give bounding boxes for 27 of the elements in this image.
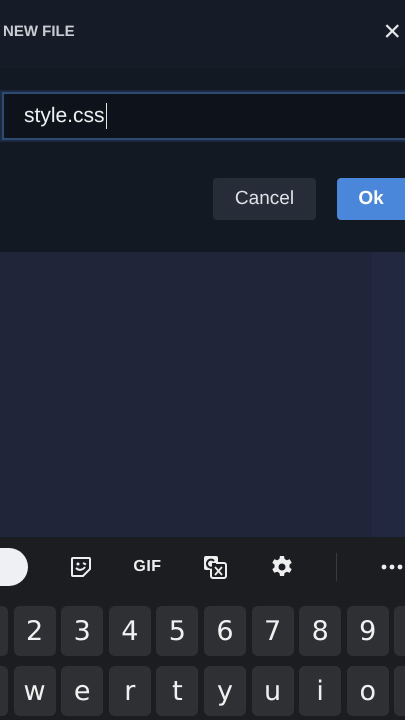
keyboard-key[interactable]: e [61,666,104,716]
keyboard-key[interactable]: r [108,666,151,716]
keyboard-key[interactable]: 6 [204,606,246,656]
keyboard-key[interactable]: u [252,666,294,716]
translate-icon[interactable] [202,554,228,580]
emoji-button[interactable] [0,548,28,586]
keyboard-key[interactable]: 2 [14,606,56,656]
close-button[interactable]: × [379,17,405,47]
filename-field[interactable]: style.css [2,92,405,140]
keyboard-key[interactable]: o [346,666,389,716]
more-icon[interactable] [380,564,402,570]
cancel-button[interactable]: Cancel [213,178,316,220]
settings-icon[interactable] [270,555,294,579]
keyboard-key[interactable]: t [156,666,198,716]
keyboard-key[interactable]: i [299,666,342,716]
ok-button[interactable]: Ok [337,178,405,220]
keyboard-key[interactable]: w [14,666,56,716]
gif-button[interactable]: GIF [133,558,162,576]
sticker-icon[interactable] [68,555,92,579]
keyboard-key[interactable]: 8 [299,606,342,656]
keyboard-key[interactable]: 7 [252,606,294,656]
keyboard-key[interactable]: 9 [346,606,389,656]
dialog-title: NEW FILE [3,22,75,40]
keyboard-key[interactable]: 5 [156,606,198,656]
keyboard-key[interactable]: 3 [61,606,104,656]
keyboard-key[interactable]: y [204,666,246,716]
keyboard-key[interactable]: 4 [108,606,151,656]
